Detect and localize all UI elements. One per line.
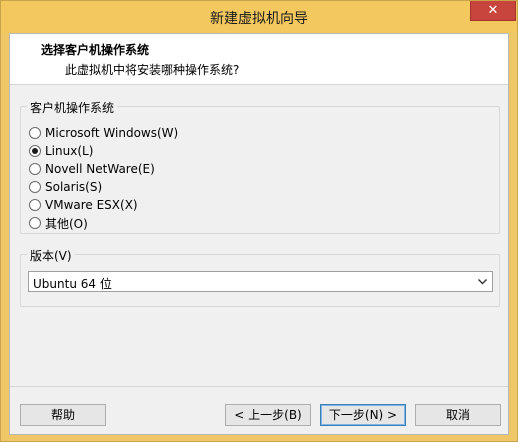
radio-other[interactable]: 其他(O) [29, 215, 88, 231]
guest-os-legend: 客户机操作系统 [27, 99, 118, 116]
window-title: 新建虚拟机向导 [210, 11, 308, 27]
cancel-button[interactable]: 取消 [415, 404, 501, 426]
radio-label: Linux(L) [45, 144, 94, 158]
title-bar[interactable]: 新建虚拟机向导 ✕ [1, 1, 517, 33]
next-button[interactable]: 下一步(N) > [320, 404, 406, 426]
page-title: 选择客户机操作系统 [41, 43, 150, 57]
radio-label: 其他(O) [45, 216, 88, 231]
radio-linux[interactable]: Linux(L) [29, 143, 93, 159]
radio-button-checked-icon[interactable] [29, 145, 41, 157]
wizard-window: 新建虚拟机向导 ✕ 选择客户机操作系统 此虚拟机中将安装哪种操作系统? 客户机操… [0, 0, 518, 442]
radio-microsoft-windows[interactable]: Microsoft Windows(W) [29, 125, 178, 141]
chevron-down-icon[interactable] [475, 274, 489, 289]
dialog-body: 选择客户机操作系统 此虚拟机中将安装哪种操作系统? 客户机操作系统 Micros… [9, 33, 509, 435]
version-dropdown[interactable]: Ubuntu 64 位 [28, 271, 493, 292]
page-subtitle: 此虚拟机中将安装哪种操作系统? [65, 63, 240, 77]
radio-label: Novell NetWare(E) [45, 162, 155, 176]
back-button[interactable]: < 上一步(B) [225, 404, 311, 426]
radio-button-icon[interactable] [29, 199, 41, 211]
radio-vmware-esx[interactable]: VMware ESX(X) [29, 197, 138, 213]
button-divider [10, 386, 508, 387]
wizard-header: 选择客户机操作系统 此虚拟机中将安装哪种操作系统? [10, 34, 508, 85]
radio-button-icon[interactable] [29, 217, 41, 229]
radio-label: Microsoft Windows(W) [45, 126, 179, 140]
radio-button-icon[interactable] [29, 163, 41, 175]
radio-label: Solaris(S) [45, 180, 103, 194]
radio-label: VMware ESX(X) [45, 198, 138, 212]
version-selected-value: Ubuntu 64 位 [33, 277, 112, 291]
radio-button-icon[interactable] [29, 181, 41, 193]
guest-os-group: 客户机操作系统 Microsoft Windows(W) Linux(L) No… [20, 99, 500, 234]
radio-solaris[interactable]: Solaris(S) [29, 179, 102, 195]
radio-novell-netware[interactable]: Novell NetWare(E) [29, 161, 155, 177]
version-legend: 版本(V) [27, 247, 75, 264]
radio-button-icon[interactable] [29, 127, 41, 139]
close-button[interactable]: ✕ [470, 1, 516, 21]
version-group: 版本(V) Ubuntu 64 位 [20, 247, 500, 307]
help-button[interactable]: 帮助 [20, 404, 106, 426]
